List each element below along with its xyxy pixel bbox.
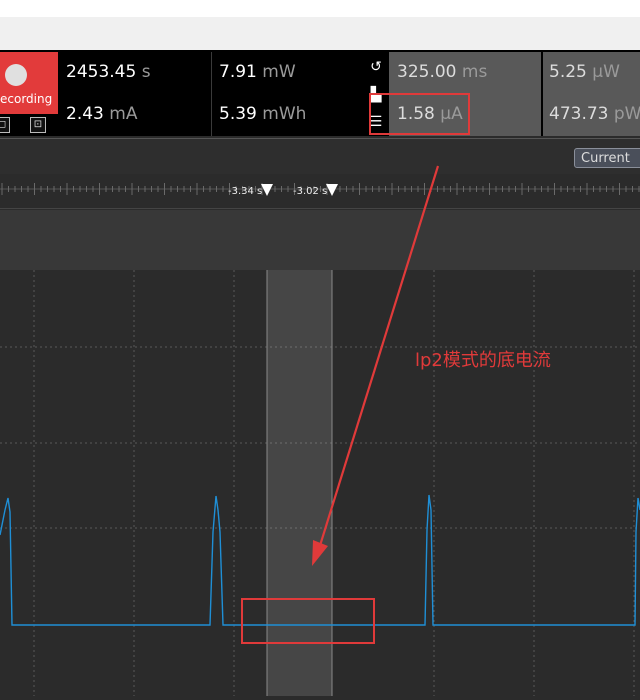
save-icon[interactable]: ▙: [367, 86, 385, 104]
sel-time-value: 325.00: [397, 62, 457, 82]
stat-energy-value: 5.39: [219, 104, 257, 124]
reset-icon[interactable]: ↺: [367, 58, 385, 76]
sel-current: 1.58 µA: [397, 104, 463, 124]
stat-power: 7.91 mW: [219, 62, 296, 82]
selection-window[interactable]: [267, 208, 332, 696]
current-channel-button[interactable]: Current: [574, 148, 640, 168]
sel-time: 325.00 ms: [397, 62, 487, 82]
auto-scale-icon[interactable]: ⊡: [30, 117, 46, 133]
plot-canvas: [0, 208, 640, 696]
list-icon[interactable]: ☰: [367, 113, 385, 131]
stat-time-unit: s: [141, 62, 151, 82]
marker-right-label: -3.02 s: [293, 186, 328, 197]
stats-divider: [211, 52, 212, 136]
window-top-bar: [0, 0, 640, 17]
sel-current-value: 1.58: [397, 104, 435, 124]
stat-current-value: 2.43: [66, 104, 104, 124]
stat-power-value: 7.91: [219, 62, 257, 82]
current-plot[interactable]: [0, 208, 640, 696]
sel-power-unit: µW: [592, 62, 620, 82]
stat-time: 2453.45 s: [66, 62, 151, 82]
stat-energy: 5.39 mWh: [219, 104, 306, 124]
minimap-band: [0, 210, 640, 270]
sel-energy-value: 473.73: [549, 104, 609, 124]
window-toolbar-strip: [0, 17, 640, 50]
sel-current-unit: µA: [440, 104, 463, 124]
stat-energy-unit: mWh: [262, 104, 307, 124]
marker-left-handle[interactable]: [261, 184, 273, 196]
sel-power: 5.25 µW: [549, 62, 620, 82]
annotation-label: lp2模式的底电流: [415, 350, 551, 371]
sel-time-unit: ms: [461, 62, 488, 82]
sel-energy: 473.73 pW: [549, 104, 640, 124]
marker-right-handle[interactable]: [326, 184, 338, 196]
stat-time-value: 2453.45: [66, 62, 137, 82]
record-dot-icon: [5, 64, 27, 86]
record-button[interactable]: ecording: [0, 52, 58, 114]
sel-power-value: 5.25: [549, 62, 587, 82]
stat-current: 2.43 mA: [66, 104, 137, 124]
record-label: ecording: [0, 92, 53, 106]
sel-energy-unit: pW: [613, 104, 640, 124]
view-toggle-icon[interactable]: ◻: [0, 117, 10, 133]
stat-current-unit: mA: [109, 104, 138, 124]
stat-power-unit: mW: [262, 62, 296, 82]
chart-toolbar: [0, 138, 640, 175]
marker-left-label: -3.34 s: [228, 186, 263, 197]
